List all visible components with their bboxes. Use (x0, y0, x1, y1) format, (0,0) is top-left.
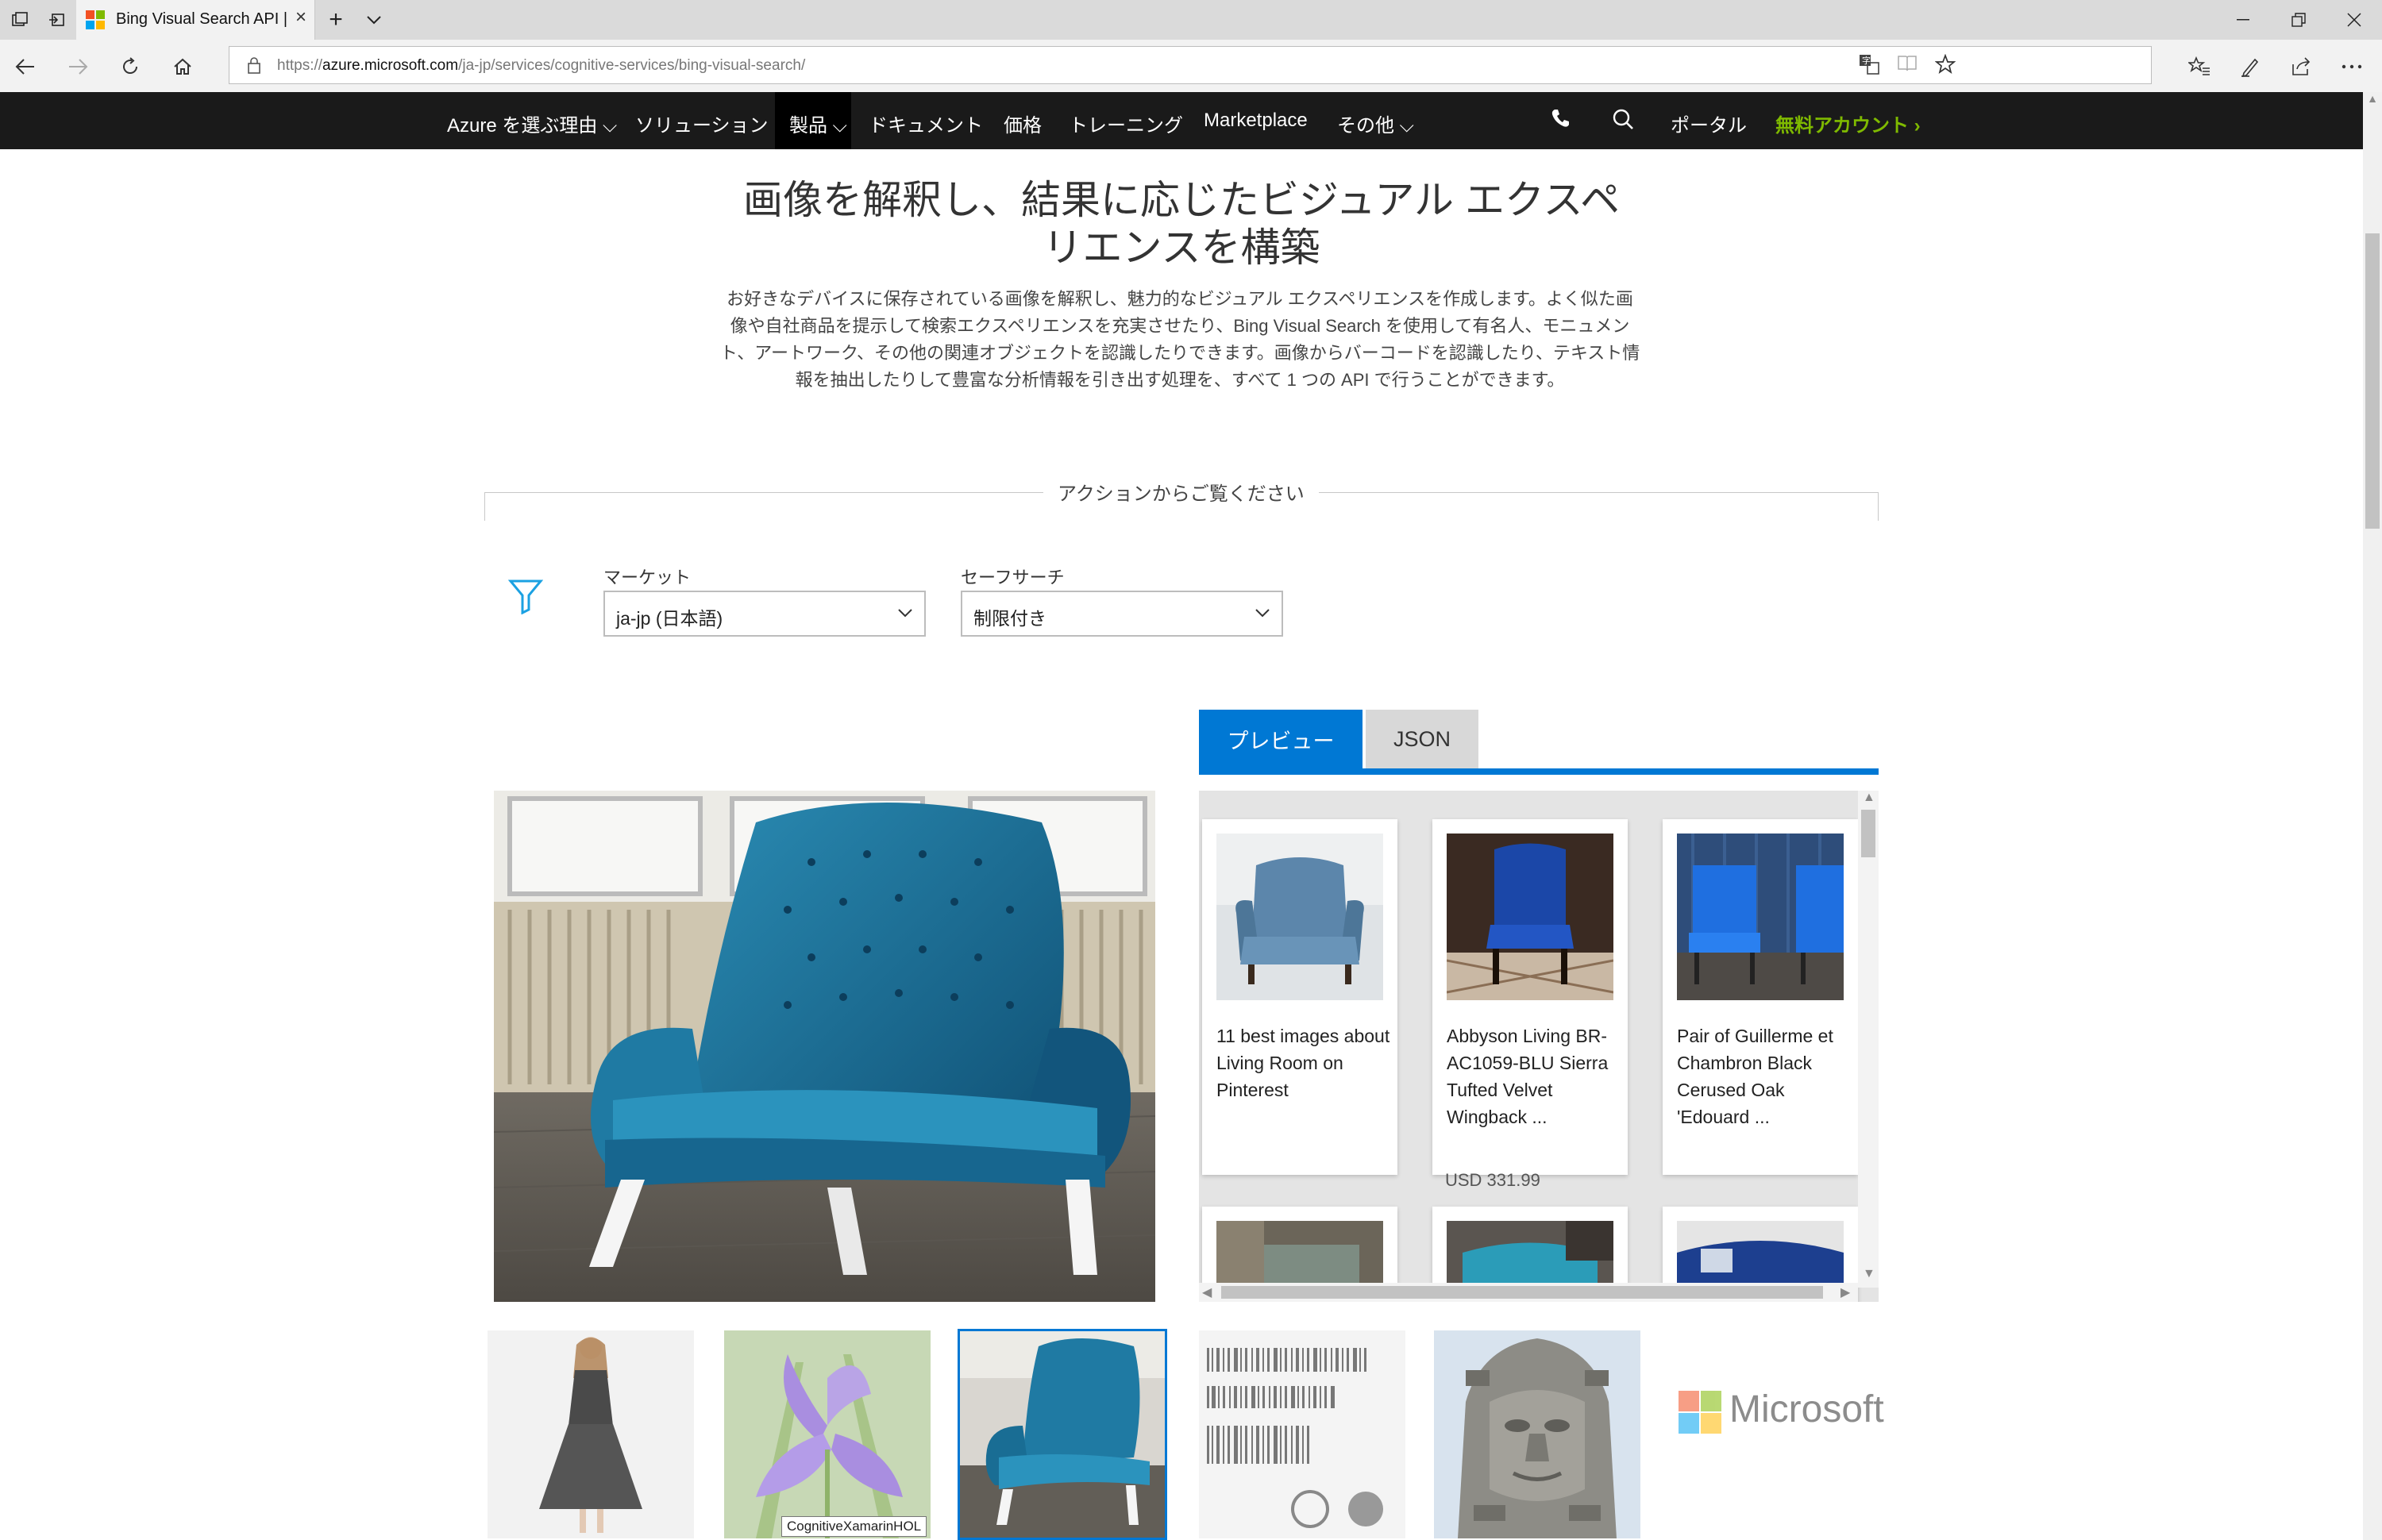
page-title: 画像を解釈し、結果に応じたビジュアル エクスペ リエンスを構築 (743, 178, 1620, 270)
market-label: マーケット (603, 568, 692, 587)
nav-training[interactable]: トレーニング (1069, 110, 1183, 137)
chevron-down-icon: ⌵ (1399, 115, 1414, 137)
chevron-down-icon: ⌵ (603, 115, 618, 137)
nav-documentation[interactable]: ドキュメント (869, 110, 983, 137)
query-image-armchair (494, 791, 1155, 1302)
minimize-icon[interactable] (2215, 0, 2271, 40)
nav-portal[interactable]: ポータル (1671, 110, 1747, 137)
pen-notes-icon[interactable] (2234, 51, 2266, 83)
results-vertical-thumb[interactable] (1861, 810, 1875, 857)
scroll-up-arrow-icon[interactable]: ▲ (1863, 791, 1875, 805)
chevron-down-icon (897, 602, 913, 622)
tab-underline (1199, 768, 1879, 775)
nav-pricing[interactable]: 価格 (1004, 110, 1042, 137)
scroll-left-arrow-icon[interactable]: ◀ (1202, 1284, 1212, 1300)
favorites-icon[interactable] (2184, 51, 2215, 83)
results-vertical-scrollbar[interactable] (1858, 791, 1879, 1288)
close-tab-icon[interactable]: × (295, 6, 306, 29)
chevron-down-icon: ⌵ (832, 115, 847, 137)
market-select[interactable]: ja-jp (日本語) (603, 591, 926, 637)
result-card[interactable]: Abbyson Living BR-AC1059-BLU Sierra Tuft… (1432, 819, 1628, 1175)
safesearch-select[interactable]: 制限付き (961, 591, 1283, 637)
home-icon[interactable] (167, 51, 198, 83)
tab-title: Bing Visual Search API | (116, 10, 288, 28)
back-arrow-icon[interactable] (10, 51, 41, 83)
result-card[interactable]: 11 best images about Living Room on Pint… (1202, 819, 1397, 1175)
chevron-right-icon: › (1914, 115, 1921, 137)
sample-image-iris-flower[interactable] (724, 1330, 931, 1538)
free-account-link[interactable]: 無料アカウント › (1775, 110, 1921, 137)
results-panel[interactable]: 11 best images about Living Room on Pint… (1199, 791, 1879, 1302)
section-title: アクションからご覧ください (1043, 478, 1319, 506)
more-options-icon[interactable] (2336, 51, 2368, 83)
page-scrollbar[interactable]: ▲ (2363, 92, 2382, 1540)
new-tab-icon[interactable]: + (322, 6, 349, 33)
lock-icon (248, 57, 260, 74)
nav-why-azure[interactable]: Azure を選ぶ理由 ⌵ (447, 110, 617, 137)
result-thumbnail[interactable] (1677, 834, 1844, 1000)
reading-view-icon[interactable] (1897, 54, 1918, 79)
nav-products[interactable]: 製品 ⌵ (789, 110, 847, 137)
microsoft-logo-text: Microsoft (1729, 1388, 1884, 1430)
phone-icon[interactable] (1550, 108, 1571, 134)
safesearch-label: セーフサーチ (961, 568, 1065, 587)
url-text[interactable]: https://azure.microsoft.com/ja-jp/servic… (277, 57, 805, 75)
tab-json[interactable]: JSON (1366, 710, 1478, 768)
browser-tab-bar: Bing Visual Search API | × + (0, 0, 2382, 40)
sample-image-microsoft-logo[interactable] (1667, 1330, 1874, 1538)
tab-actions-icon[interactable] (6, 6, 33, 33)
microsoft-logo-icon (1679, 1391, 1721, 1434)
scroll-thumb[interactable] (2365, 233, 2380, 529)
forward-arrow-icon[interactable] (62, 51, 94, 83)
nav-marketplace[interactable]: Marketplace (1204, 110, 1308, 132)
share-icon[interactable] (2285, 51, 2317, 83)
search-icon[interactable] (1612, 108, 1634, 136)
translate-icon[interactable]: 字 (1859, 54, 1879, 80)
sample-image-armchair-selected[interactable] (958, 1329, 1167, 1540)
filter-icon (508, 579, 543, 614)
result-thumbnail[interactable] (1216, 834, 1383, 1000)
svg-text:字: 字 (1862, 55, 1871, 66)
result-thumbnail[interactable] (1447, 834, 1613, 1000)
close-window-icon[interactable] (2326, 0, 2382, 40)
result-title[interactable]: Pair of Guillerme et Chambron Black Ceru… (1677, 1022, 1852, 1130)
nav-more[interactable]: その他 ⌵ (1337, 110, 1414, 137)
microsoft-favicon-icon (86, 10, 105, 29)
tooltip: CognitiveXamarinHOL (781, 1516, 927, 1537)
sample-image-barcode[interactable] (1199, 1330, 1405, 1538)
restore-icon[interactable] (2271, 0, 2326, 40)
scroll-up-arrow-icon[interactable]: ▲ (2363, 92, 2382, 111)
browser-nav-bar: https://azure.microsoft.com/ja-jp/servic… (0, 40, 2382, 93)
nav-solutions[interactable]: ソリューション (635, 110, 769, 137)
page-description: お好きなデバイスに保存されている画像を解釈し、魅力的なビジュアル エクスペリエン… (719, 289, 1640, 390)
result-title[interactable]: Abbyson Living BR-AC1059-BLU Sierra Tuft… (1447, 1022, 1621, 1130)
chevron-down-icon[interactable] (360, 6, 387, 33)
scroll-down-arrow-icon[interactable]: ▼ (1863, 1267, 1875, 1281)
sample-image-stone-statue[interactable] (1434, 1330, 1640, 1538)
chevron-down-icon (1255, 602, 1270, 622)
result-price: USD 331.99 (1445, 1170, 1540, 1190)
result-card[interactable]: Pair of Guillerme et Chambron Black Ceru… (1663, 819, 1858, 1175)
active-browser-tab[interactable]: Bing Visual Search API | × (76, 0, 315, 40)
result-title[interactable]: 11 best images about Living Room on Pint… (1216, 1022, 1391, 1103)
address-bar[interactable]: https://azure.microsoft.com/ja-jp/servic… (229, 46, 2152, 84)
tab-preview[interactable]: プレビュー (1199, 710, 1363, 768)
refresh-icon[interactable] (114, 51, 146, 83)
set-tabs-aside-icon[interactable] (43, 6, 70, 33)
scroll-right-arrow-icon[interactable]: ▶ (1840, 1284, 1850, 1300)
sample-image-dress[interactable] (488, 1330, 694, 1538)
favorite-star-icon[interactable] (1934, 53, 1956, 80)
results-horizontal-thumb[interactable] (1221, 1286, 1823, 1299)
